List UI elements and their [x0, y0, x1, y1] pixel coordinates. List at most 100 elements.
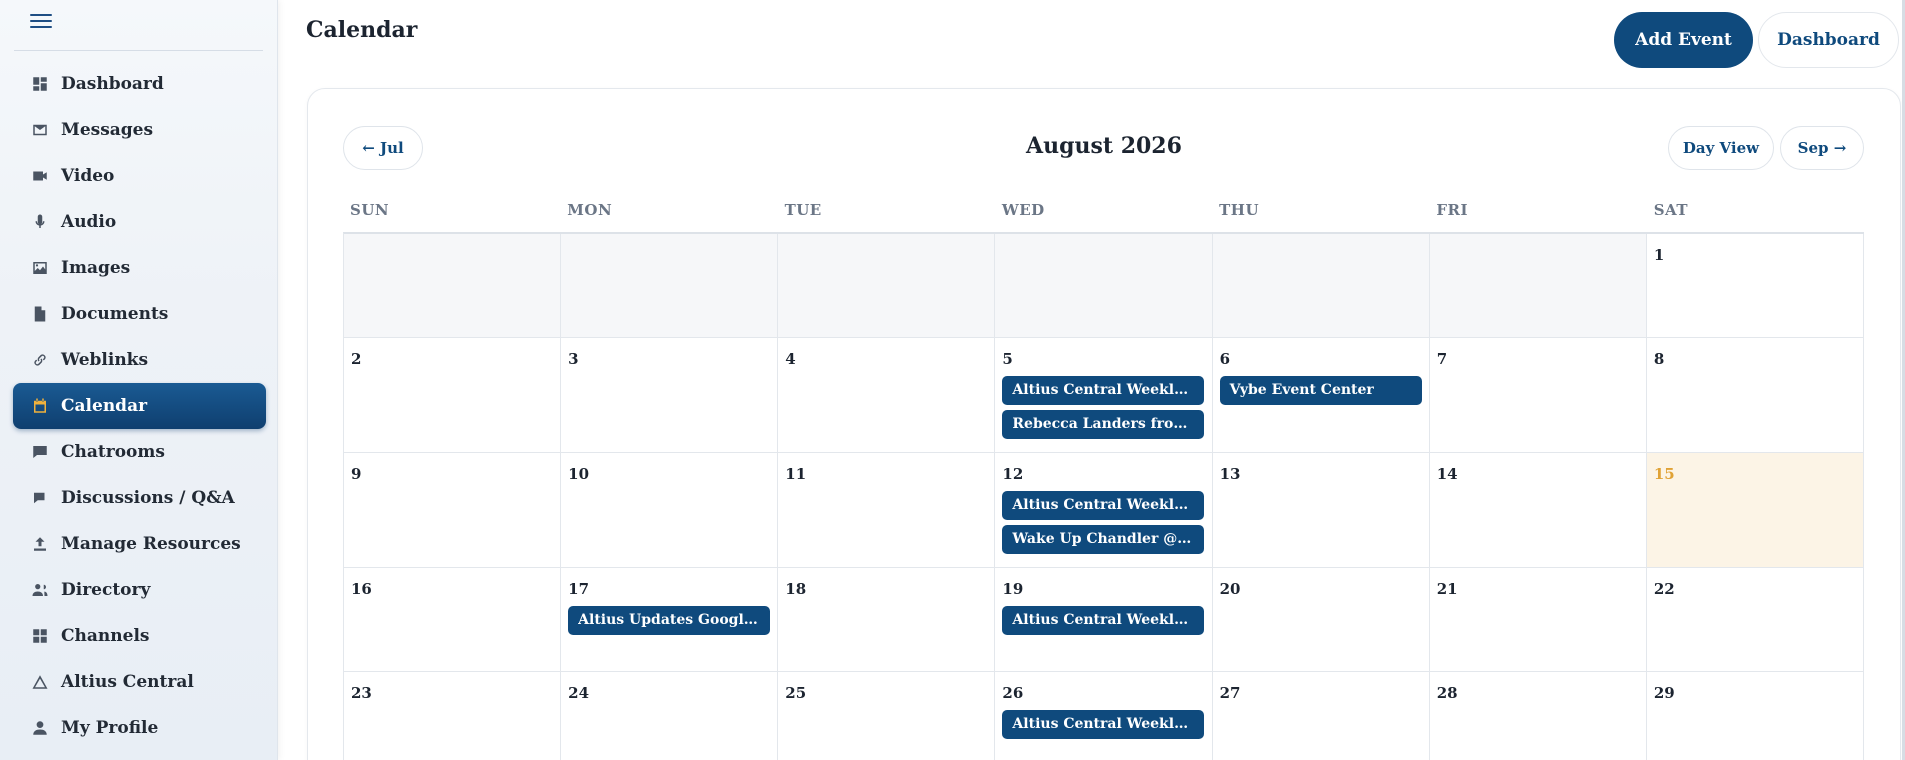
- day-number: 4: [785, 350, 796, 368]
- sidebar-item-label: Dashboard: [61, 74, 164, 94]
- calendar-day[interactable]: 4: [778, 338, 996, 452]
- calendar-day[interactable]: 10: [561, 453, 779, 567]
- calendar-day[interactable]: 11: [778, 453, 996, 567]
- calendar-event[interactable]: Wake Up Chandler @ H…: [1002, 525, 1205, 554]
- calendar-day[interactable]: 22: [1647, 568, 1864, 671]
- calendar-event[interactable]: Altius Central Weekly …: [1002, 376, 1205, 405]
- weekday-label: TUE: [784, 201, 822, 219]
- sidebar-item-documents[interactable]: Documents: [13, 291, 266, 337]
- weekday-label: SAT: [1653, 201, 1688, 219]
- calendar-icon: [30, 396, 50, 416]
- calendar-day[interactable]: 2: [344, 338, 562, 452]
- sidebar-item-audio[interactable]: Audio: [13, 199, 266, 245]
- calendar-day[interactable]: 8: [1647, 338, 1864, 452]
- calendar-day[interactable]: 16: [344, 568, 562, 671]
- calendar-day[interactable]: 17 Altius Updates Google …: [561, 568, 779, 671]
- calendar-day[interactable]: 18: [778, 568, 996, 671]
- menu-icon[interactable]: [30, 14, 52, 30]
- calendar-week-row: 2 3 4 5 Altius Central Weekly … Rebecca Lande…: [344, 338, 1864, 453]
- calendar-day[interactable]: 25: [778, 672, 996, 760]
- sidebar-item-dashboard[interactable]: Dashboard: [13, 61, 266, 107]
- sidebar-item-directory[interactable]: Directory: [13, 567, 266, 613]
- sidebar-item-my-profile[interactable]: My Profile: [13, 705, 266, 751]
- calendar-day[interactable]: 20: [1213, 568, 1430, 671]
- calendar-day[interactable]: 1: [1647, 234, 1864, 337]
- calendar-event[interactable]: Vybe Event Center: [1219, 376, 1422, 405]
- sidebar-item-manage-resources[interactable]: Manage Resources: [13, 521, 266, 567]
- sidebar-item-calendar[interactable]: Calendar: [13, 383, 266, 429]
- day-number: 25: [785, 684, 807, 702]
- sidebar-item-chatrooms[interactable]: Chatrooms: [13, 429, 266, 475]
- day-number: [351, 246, 553, 264]
- calendar-day[interactable]: 23: [344, 672, 562, 760]
- sidebar-item-altius-central[interactable]: Altius Central: [13, 659, 266, 705]
- next-month-button[interactable]: Sep →: [1780, 126, 1864, 170]
- calendar-day[interactable]: 13: [1213, 453, 1430, 567]
- calendar-event[interactable]: Altius Central Weekly …: [1002, 491, 1205, 520]
- sidebar-item-label: Altius Central: [61, 672, 194, 692]
- day-number: 29: [1653, 684, 1675, 702]
- calendar-event[interactable]: Altius Central Weekly …: [1002, 710, 1205, 739]
- calendar-day[interactable]: 21: [1430, 568, 1647, 671]
- sidebar-item-messages[interactable]: Messages: [13, 107, 266, 153]
- calendar-day-empty: [995, 234, 1213, 337]
- calendar-day-empty: [778, 234, 996, 337]
- calendar-day[interactable]: 26 Altius Central Weekly …: [995, 672, 1213, 760]
- sidebar-item-label: Discussions / Q&A: [61, 488, 235, 508]
- day-number: 28: [1436, 684, 1458, 702]
- day-number: 7: [1436, 350, 1448, 368]
- day-number: 3: [568, 350, 579, 368]
- calendar-day-today[interactable]: 15: [1646, 453, 1864, 567]
- sidebar-item-label: Channels: [61, 626, 150, 646]
- day-number: 17: [568, 580, 590, 598]
- day-number: [568, 246, 770, 264]
- sidebar-item-label: Chatrooms: [61, 442, 165, 462]
- day-number: 10: [568, 465, 590, 483]
- calendar-day[interactable]: 6 Vybe Event Center: [1213, 338, 1430, 452]
- calendar-day[interactable]: 24: [561, 672, 779, 760]
- day-number: 16: [351, 580, 372, 598]
- calendar-event[interactable]: Altius Updates Google …: [568, 606, 771, 635]
- document-icon: [30, 304, 50, 324]
- sidebar-item-label: Messages: [61, 120, 154, 140]
- grid-icon: [30, 626, 50, 646]
- add-event-button[interactable]: Add Event: [1614, 12, 1753, 68]
- sidebar-item-video[interactable]: Video: [13, 153, 266, 199]
- calendar-day[interactable]: 7: [1430, 338, 1647, 452]
- calendar-event[interactable]: Rebecca Landers from …: [1002, 410, 1205, 439]
- sidebar-item-channels[interactable]: Channels: [13, 613, 266, 659]
- sidebar-item-discussions-q-a[interactable]: Discussions / Q&A: [13, 475, 266, 521]
- day-number: 24: [568, 684, 590, 702]
- calendar-day[interactable]: 3: [561, 338, 779, 452]
- calendar-day[interactable]: 19 Altius Central Weekly …: [995, 568, 1213, 671]
- calendar-day[interactable]: 28: [1430, 672, 1647, 760]
- calendar-day[interactable]: 9: [344, 453, 562, 567]
- dashboard-icon: [30, 74, 50, 94]
- calendar-day[interactable]: 27: [1213, 672, 1430, 760]
- sidebar-item-label: Video: [61, 166, 115, 186]
- day-number: 22: [1653, 580, 1675, 598]
- calendar-event[interactable]: Altius Central Weekly …: [1002, 606, 1205, 635]
- person-icon: [30, 718, 50, 738]
- people-icon: [30, 580, 50, 600]
- calendar-day[interactable]: 29: [1647, 672, 1864, 760]
- day-number: 19: [1002, 580, 1024, 598]
- weekday-label: MON: [567, 201, 613, 219]
- calendar-day[interactable]: 12 Altius Central Weekly … Wake Up Chandle…: [995, 453, 1213, 567]
- calendar-day[interactable]: 14: [1430, 453, 1647, 567]
- sidebar-item-label: Directory: [61, 580, 151, 600]
- day-number: 12: [1002, 465, 1024, 483]
- sidebar-divider: [14, 50, 263, 51]
- day-view-button[interactable]: Day View: [1668, 126, 1774, 170]
- sidebar-item-images[interactable]: Images: [13, 245, 266, 291]
- dashboard-button[interactable]: Dashboard: [1758, 12, 1899, 68]
- calendar-week-row: 23 24 25 26 Altius Central Weekly … 27 28 29: [344, 672, 1864, 760]
- calendar-card: ← Jul August 2026 Day View Sep → SUN MON T…: [307, 88, 1901, 760]
- day-number: 2: [351, 350, 362, 368]
- upload-icon: [30, 534, 50, 554]
- sidebar-item-label: Calendar: [61, 396, 148, 416]
- calendar-day[interactable]: 5 Altius Central Weekly … Rebecca Landers …: [995, 338, 1213, 452]
- sidebar-item-weblinks[interactable]: Weblinks: [13, 337, 266, 383]
- calendar-week-row: 1: [344, 234, 1864, 338]
- calendar-week-row: 16 17 Altius Updates Google … 18 19 Altius Ce…: [344, 568, 1864, 672]
